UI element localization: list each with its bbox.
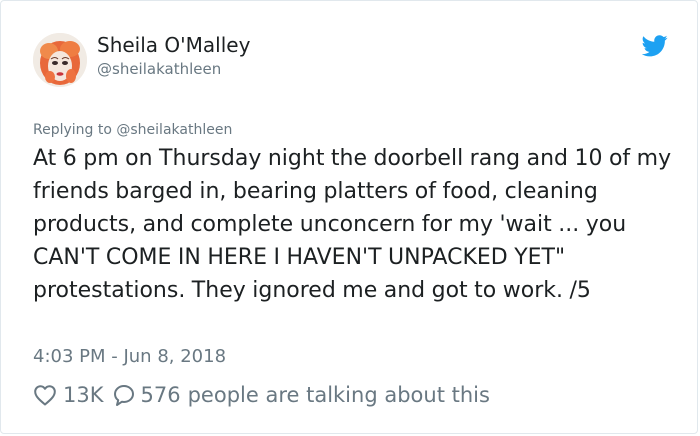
tweet-text: At 6 pm on Thursday night the doorbell r…: [33, 146, 678, 303]
tweet-card: Sheila O'Malley @sheilakathleen Replying…: [0, 0, 698, 434]
avatar-portrait-icon: [33, 33, 87, 87]
tweet-timestamp[interactable]: 4:03 PM - Jun 8, 2018: [33, 345, 226, 369]
like-count: 13K: [63, 383, 104, 407]
reply-button[interactable]: 576: [112, 383, 181, 407]
author-name[interactable]: Sheila O'Malley: [97, 33, 250, 57]
reply-mention-link[interactable]: @sheilakathleen: [116, 122, 232, 138]
twitter-bird-icon[interactable]: [642, 35, 668, 57]
author-handle[interactable]: @sheilakathleen: [97, 59, 221, 79]
talking-about-label[interactable]: people are talking about this: [188, 383, 490, 407]
replying-to-line: Replying to @sheilakathleen: [33, 121, 232, 139]
twitter-bird-svg: [642, 35, 668, 57]
speech-bubble-icon: [113, 385, 134, 406]
reply-count: 576: [140, 383, 181, 407]
heart-icon: [34, 385, 56, 406]
tweet-actions: 13K 576 people are talking about this: [33, 381, 490, 409]
replying-to-label: Replying to: [33, 122, 117, 138]
author-avatar[interactable]: [33, 33, 87, 87]
like-button[interactable]: 13K: [33, 383, 112, 407]
